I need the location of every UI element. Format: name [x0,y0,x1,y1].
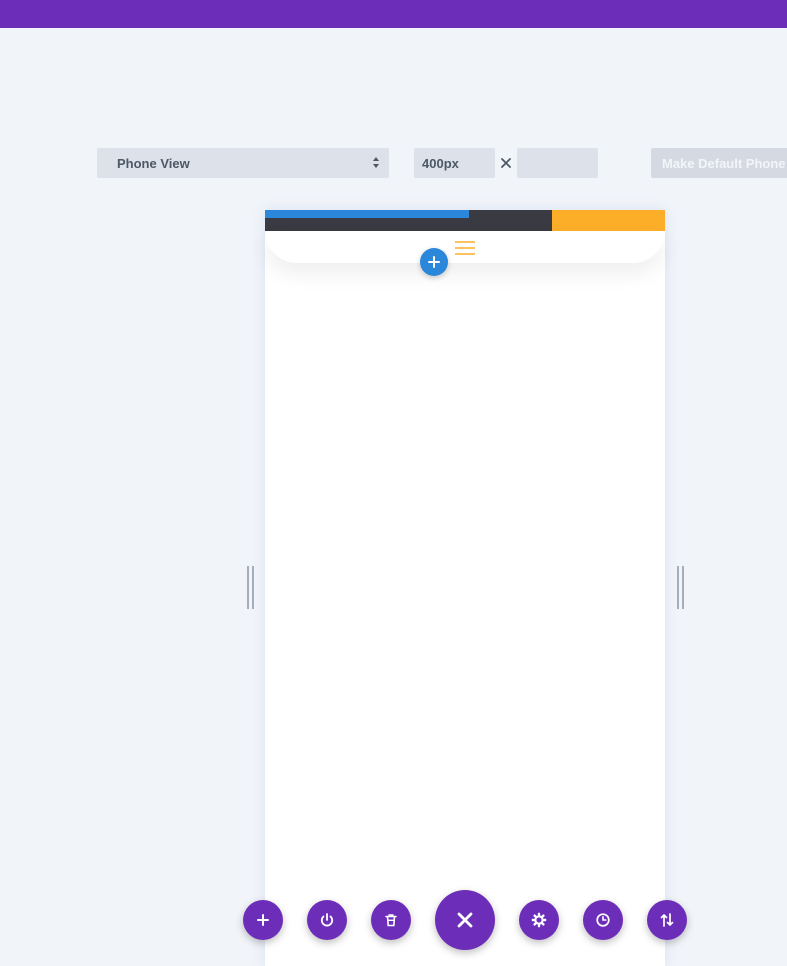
builder-top-bar [0,0,787,28]
make-default-phone-button[interactable]: Make Default Phone [651,148,787,178]
power-icon [320,913,334,927]
close-icon [457,912,473,928]
history-button[interactable] [583,900,623,940]
view-mode-select-value: Phone View [117,155,190,171]
portability-button[interactable] [647,900,687,940]
page-settings-button[interactable] [519,900,559,940]
resize-handle-left[interactable] [246,566,255,609]
sort-icon [660,913,674,927]
clear-layout-button[interactable] [371,900,411,940]
exit-builder-button[interactable] [435,890,495,950]
resize-handle-right[interactable] [676,566,685,609]
disable-builder-button[interactable] [307,900,347,940]
width-input[interactable] [414,148,495,178]
gear-icon [531,912,547,928]
hamburger-icon[interactable] [454,240,476,256]
history-icon [596,913,610,927]
header-orange-block [552,210,665,231]
trash-icon [385,914,397,927]
add-module-button[interactable] [420,248,448,276]
phone-preview-canvas [265,210,665,966]
height-input[interactable] [517,148,598,178]
header-blue-strip [265,210,469,218]
times-icon [501,158,511,168]
plus-icon [257,914,269,926]
plus-icon [428,256,440,268]
add-section-button[interactable] [243,900,283,940]
view-mode-select[interactable]: Phone View [97,148,389,178]
select-arrows-icon [373,156,379,170]
